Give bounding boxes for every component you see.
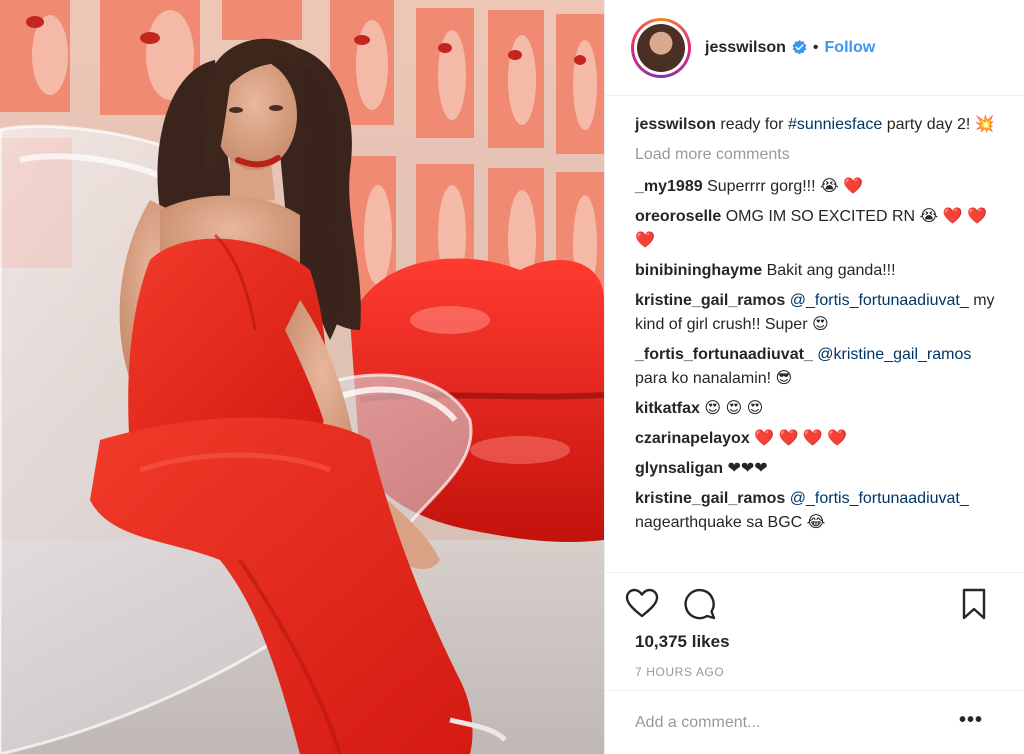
- comment-username[interactable]: oreoroselle: [635, 208, 721, 225]
- post-photo-illustration: [0, 0, 604, 754]
- action-icon-row: [625, 587, 991, 621]
- comment-item: kristine_gail_ramos @_fortis_fortunaadiu…: [635, 289, 999, 337]
- avatar[interactable]: [637, 23, 685, 72]
- caption-hashtag[interactable]: #sunniesface: [788, 116, 882, 133]
- comments-section[interactable]: jesswilson ready for #sunniesface party …: [605, 97, 1024, 571]
- story-ring[interactable]: [631, 17, 691, 78]
- post-header: jesswilson • Follow: [605, 0, 1024, 96]
- comment-username[interactable]: binibininghayme: [635, 262, 762, 279]
- comment-item: oreoroselle OMG IM SO EXCITED RN 😭 ❤️ ❤️…: [635, 205, 999, 253]
- comment-username[interactable]: _my1989: [635, 178, 703, 195]
- follow-button[interactable]: Follow: [825, 39, 876, 57]
- comment-mention[interactable]: @_fortis_fortunaadiuvat_: [790, 490, 969, 507]
- comment-username[interactable]: kitkatfax: [635, 400, 700, 417]
- post-photo: [0, 0, 604, 754]
- comment-text-end: 😭 ❤️: [820, 178, 864, 195]
- comment-bubble-icon[interactable]: [683, 587, 717, 621]
- comment-item: czarinapelayox ❤️ ❤️ ❤️ ❤️: [635, 427, 999, 451]
- caption-username[interactable]: jesswilson: [635, 116, 716, 133]
- comment-item: glynsaligan ❤❤❤: [635, 457, 999, 481]
- add-comment-input[interactable]: [635, 714, 935, 732]
- load-more-comments-link[interactable]: Load more comments: [635, 143, 999, 167]
- likes-count[interactable]: 10,375 likes: [635, 632, 730, 652]
- caption-text-after: party day 2! 💥: [882, 116, 995, 133]
- comment-text: ❤❤❤: [723, 460, 768, 477]
- comment-text: para ko nanalamin! 😎: [635, 370, 793, 387]
- comment-text: Superrrr gorg!!!: [702, 178, 820, 195]
- comment-text: ❤️ ❤️ ❤️ ❤️: [749, 430, 848, 447]
- post-details-panel: jesswilson • Follow jesswilson ready for…: [604, 0, 1024, 754]
- comment-text: Bakit ang ganda!!!: [762, 262, 896, 279]
- avatar-frame: [634, 20, 688, 75]
- comment-item: kitkatfax 😍 😍 😍: [635, 397, 999, 421]
- heart-icon[interactable]: [625, 587, 659, 621]
- comment-username[interactable]: glynsaligan: [635, 460, 723, 477]
- comment-item: _my1989 Superrrr gorg!!! 😭 ❤️: [635, 175, 999, 199]
- comment-username[interactable]: czarinapelayox: [635, 430, 750, 447]
- comment-text: nagearthquake sa BGC 😂: [635, 514, 826, 531]
- verified-badge-icon: [792, 40, 807, 55]
- comment-username[interactable]: kristine_gail_ramos: [635, 292, 785, 309]
- add-comment-bar: •••: [605, 690, 1024, 754]
- comment-text: 😍 😍 😍: [699, 400, 764, 417]
- caption-text-before: ready for: [715, 116, 788, 133]
- comment-username[interactable]: _fortis_fortunaadiuvat_: [635, 346, 813, 363]
- post-actions: 10,375 likes 7 HOURS AGO •••: [605, 572, 1024, 754]
- comment-item: kristine_gail_ramos @_fortis_fortunaadiu…: [635, 487, 999, 535]
- header-separator: •: [812, 38, 819, 56]
- comment-item: binibininghayme Bakit ang ganda!!!: [635, 259, 999, 283]
- more-options-button[interactable]: •••: [959, 710, 983, 730]
- comment-username[interactable]: kristine_gail_ramos: [635, 490, 785, 507]
- comment-mention[interactable]: @kristine_gail_ramos: [817, 346, 971, 363]
- bookmark-icon[interactable]: [957, 587, 991, 621]
- post-timestamp[interactable]: 7 HOURS AGO: [635, 665, 724, 679]
- comment-item: _fortis_fortunaadiuvat_ @kristine_gail_r…: [635, 343, 999, 391]
- author-username[interactable]: jesswilson: [705, 39, 786, 57]
- comment-mention[interactable]: @_fortis_fortunaadiuvat_: [790, 292, 969, 309]
- caption: jesswilson ready for #sunniesface party …: [635, 113, 999, 137]
